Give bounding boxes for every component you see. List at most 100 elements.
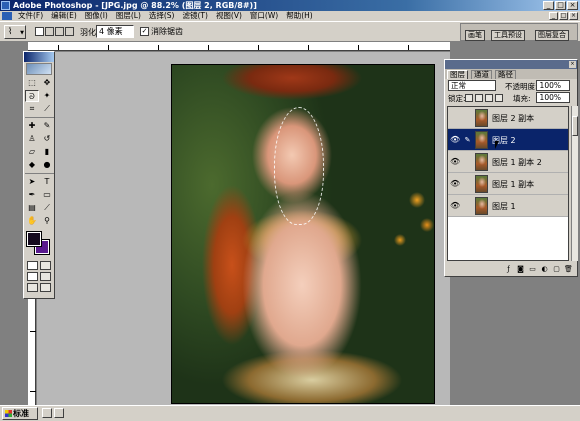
subtract-from-selection-button[interactable] bbox=[55, 27, 64, 36]
toolbox-titlebar[interactable] bbox=[24, 52, 54, 62]
feather-input[interactable]: 4 像素 bbox=[96, 25, 134, 38]
layer-row[interactable]: 👁 图层 1 副本 bbox=[448, 173, 568, 195]
move-tool-icon[interactable]: ✥ bbox=[40, 77, 54, 89]
path-selection-tool-icon[interactable]: ➤ bbox=[25, 176, 39, 188]
magic-wand-tool-icon[interactable]: ✦ bbox=[40, 90, 54, 102]
link-toggle[interactable] bbox=[463, 113, 472, 123]
marquee-tool-icon[interactable]: ⬚ bbox=[25, 77, 39, 89]
layer-row-selected[interactable]: 👁 ✎ 图层 2 bbox=[448, 129, 568, 151]
link-toggle[interactable] bbox=[463, 201, 472, 211]
new-layer-icon[interactable]: ▢ bbox=[552, 265, 561, 274]
menu-filter[interactable]: 滤镜(T) bbox=[179, 11, 212, 21]
lasso-icon: ⌇ bbox=[8, 27, 13, 37]
lock-image-icon[interactable] bbox=[475, 94, 483, 102]
visibility-toggle[interactable] bbox=[450, 113, 460, 123]
opacity-input[interactable]: 100% bbox=[536, 80, 570, 91]
brush-tool-icon[interactable]: ✎ bbox=[40, 120, 54, 132]
menu-window[interactable]: 窗口(W) bbox=[246, 11, 282, 21]
eye-icon[interactable]: 👁 bbox=[450, 201, 460, 211]
history-brush-tool-icon[interactable]: ↺ bbox=[40, 133, 54, 145]
lock-transparency-icon[interactable] bbox=[465, 94, 473, 102]
doc-close-button[interactable]: × bbox=[569, 12, 578, 20]
link-toggle[interactable] bbox=[463, 179, 472, 189]
tab-channels[interactable]: 通道 bbox=[471, 70, 492, 79]
layers-scrollbar[interactable] bbox=[571, 106, 578, 261]
start-button[interactable]: 标准 bbox=[2, 407, 38, 420]
eyedropper-tool-icon[interactable]: ⟋ bbox=[40, 202, 54, 214]
close-button[interactable]: × bbox=[567, 1, 578, 10]
layer-row[interactable]: 👁 图层 1 bbox=[448, 195, 568, 217]
layers-palette-titlebar[interactable]: × bbox=[445, 60, 577, 69]
tab-brushes[interactable]: 画笔 bbox=[465, 30, 485, 41]
intersect-selection-button[interactable] bbox=[65, 27, 74, 36]
full-screen-mode-button[interactable] bbox=[40, 272, 51, 281]
hand-tool-icon[interactable]: ✋ bbox=[25, 215, 39, 227]
minimize-button[interactable]: _ bbox=[543, 1, 554, 10]
menu-file[interactable]: 文件(F) bbox=[14, 11, 47, 21]
layer-row[interactable]: 图层 2 副本 bbox=[448, 107, 568, 129]
link-toggle[interactable] bbox=[463, 157, 472, 167]
brush-icon[interactable]: ✎ bbox=[463, 135, 472, 145]
lock-all-icon[interactable] bbox=[495, 94, 503, 102]
close-icon[interactable]: × bbox=[569, 61, 576, 68]
mask-icon[interactable]: ◙ bbox=[516, 265, 525, 274]
standard-mode-button[interactable] bbox=[27, 261, 38, 270]
shape-tool-icon[interactable]: ▭ bbox=[40, 189, 54, 201]
tab-layers[interactable]: 图层 bbox=[447, 70, 468, 79]
scrollbar-thumb[interactable] bbox=[572, 116, 578, 136]
fill-input[interactable]: 100% bbox=[536, 92, 570, 103]
menu-select[interactable]: 选择(S) bbox=[145, 11, 179, 21]
clone-stamp-tool-icon[interactable]: ♙ bbox=[25, 133, 39, 145]
gradient-tool-icon[interactable]: ▮ bbox=[40, 146, 54, 158]
pen-tool-icon[interactable]: ✒ bbox=[25, 189, 39, 201]
standard-screen-mode-button[interactable] bbox=[27, 272, 38, 281]
eye-icon[interactable]: 👁 bbox=[450, 179, 460, 189]
menu-help[interactable]: 帮助(H) bbox=[282, 11, 317, 21]
tool-preset-picker[interactable]: ⌇ ▼ bbox=[4, 25, 26, 39]
eraser-tool-icon[interactable]: ▱ bbox=[25, 146, 39, 158]
crop-tool-icon[interactable]: ⌗ bbox=[25, 103, 39, 115]
menu-layer[interactable]: 图层(L) bbox=[112, 11, 145, 21]
antialias-checkbox[interactable]: ✓ bbox=[140, 27, 149, 36]
quick-mask-mode-button[interactable] bbox=[40, 261, 51, 270]
menu-image[interactable]: 图像(I) bbox=[81, 11, 112, 21]
document-image[interactable] bbox=[171, 64, 435, 404]
doc-restore-button[interactable]: □ bbox=[559, 12, 568, 20]
quicklaunch-icon[interactable] bbox=[54, 408, 64, 418]
tab-tool-presets[interactable]: 工具预设 bbox=[491, 30, 525, 41]
healing-brush-tool-icon[interactable]: ✚ bbox=[25, 120, 39, 132]
trash-icon[interactable]: 🗑 bbox=[564, 265, 573, 274]
options-bar: ⌇ ▼ 羽化: 4 像素 ✓ 消除锯齿 画笔 工具预设 图层复合 bbox=[0, 21, 580, 42]
foreground-color[interactable] bbox=[26, 231, 42, 247]
layer-row[interactable]: 👁 图层 1 副本 2 bbox=[448, 151, 568, 173]
dodge-tool-icon[interactable]: ● bbox=[40, 159, 54, 171]
canvas-area[interactable] bbox=[37, 52, 450, 405]
blend-mode-select[interactable]: 正常 bbox=[448, 80, 496, 91]
maximize-button[interactable]: □ bbox=[555, 1, 566, 10]
lasso-tool-icon[interactable]: ᘐ bbox=[25, 90, 39, 102]
adobe-online-icon[interactable] bbox=[26, 63, 52, 75]
new-selection-button[interactable] bbox=[35, 27, 44, 36]
tab-layer-comps[interactable]: 图层复合 bbox=[535, 30, 569, 41]
lock-position-icon[interactable] bbox=[485, 94, 493, 102]
slice-tool-icon[interactable]: ⟋ bbox=[40, 103, 54, 115]
doc-minimize-button[interactable]: _ bbox=[549, 12, 558, 20]
menu-edit[interactable]: 编辑(E) bbox=[47, 11, 81, 21]
quicklaunch-icon[interactable] bbox=[42, 408, 52, 418]
eye-icon[interactable]: 👁 bbox=[450, 157, 460, 167]
layer-name: 图层 1 副本 2 bbox=[492, 158, 542, 167]
type-tool-icon[interactable]: T bbox=[40, 176, 54, 188]
layer-style-icon[interactable]: ƒ bbox=[504, 265, 513, 274]
tab-paths[interactable]: 路径 bbox=[495, 70, 516, 79]
jump-to-imageready-button[interactable] bbox=[27, 283, 38, 292]
document-icon[interactable] bbox=[2, 12, 12, 20]
checkmark-icon[interactable] bbox=[40, 283, 51, 292]
folder-icon[interactable]: ▭ bbox=[528, 265, 537, 274]
menu-view[interactable]: 视图(V) bbox=[212, 11, 246, 21]
adjustment-layer-icon[interactable]: ◐ bbox=[540, 265, 549, 274]
add-to-selection-button[interactable] bbox=[45, 27, 54, 36]
blur-tool-icon[interactable]: ◆ bbox=[25, 159, 39, 171]
eye-icon[interactable]: 👁 bbox=[450, 135, 460, 145]
notes-tool-icon[interactable]: ▤ bbox=[25, 202, 39, 214]
zoom-tool-icon[interactable]: ⚲ bbox=[40, 215, 54, 227]
